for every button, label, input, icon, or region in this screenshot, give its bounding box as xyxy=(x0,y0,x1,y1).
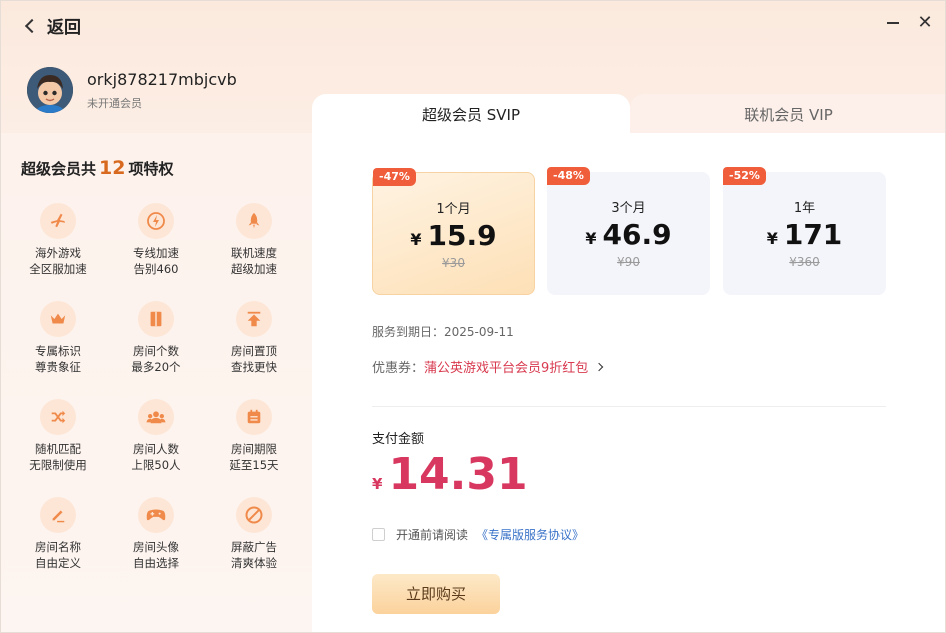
perk-line2: 超级加速 xyxy=(231,262,277,276)
door-icon xyxy=(138,301,174,337)
perk-item: 房间期限 延至15天 xyxy=(209,399,299,473)
plan-original-price: ¥360 xyxy=(789,255,820,269)
purchase-panel: -47% 1个月 ¥15.9 ¥30 -48% 3个月 ¥46.9 ¥90 -5… xyxy=(312,133,945,632)
membership-status: 未开通会员 xyxy=(87,97,142,110)
chevron-right-icon xyxy=(595,362,604,371)
perk-item: 专线加速 告别460 xyxy=(111,203,201,277)
perk-line2: 自由定义 xyxy=(35,556,81,570)
perk-line1: 海外游戏 xyxy=(35,246,81,260)
payment-value: 14.31 xyxy=(388,449,528,500)
plan-price: ¥15.9 xyxy=(410,219,497,252)
perk-line1: 随机匹配 xyxy=(35,442,81,456)
block-icon xyxy=(236,497,272,533)
plan-original-price: ¥30 xyxy=(442,256,465,270)
perk-item: 屏蔽广告 清爽体验 xyxy=(209,497,299,571)
shuffle-icon xyxy=(40,399,76,435)
perk-line2: 尊贵象征 xyxy=(35,360,81,374)
gamepad-icon xyxy=(138,497,174,533)
perk-item: 房间头像 自由选择 xyxy=(111,497,201,571)
chevron-left-icon xyxy=(24,18,40,33)
perk-item: 房间名称 自由定义 xyxy=(13,497,103,571)
discount-badge: -47% xyxy=(373,168,416,186)
airplane-icon xyxy=(40,203,76,239)
perk-line2: 自由选择 xyxy=(133,556,179,570)
plan-price: ¥171 xyxy=(766,218,843,251)
agreement-checkbox[interactable] xyxy=(372,528,385,541)
perk-item: 房间置顶 查找更快 xyxy=(209,301,299,375)
perk-line1: 专属标识 xyxy=(35,344,81,358)
back-button[interactable]: 返回 xyxy=(23,13,81,38)
perk-item: 专属标识 尊贵象征 xyxy=(13,301,103,375)
avatar xyxy=(27,67,73,113)
discount-badge: -48% xyxy=(547,167,590,185)
minimize-icon xyxy=(887,22,899,24)
minimize-button[interactable] xyxy=(883,13,903,33)
perk-line1: 房间个数 xyxy=(133,344,179,358)
perk-line1: 房间置顶 xyxy=(231,344,277,358)
perk-line2: 无限制使用 xyxy=(29,458,87,472)
discount-badge: -52% xyxy=(723,167,766,185)
perks-count: 12 xyxy=(99,157,126,179)
perk-line2: 最多20个 xyxy=(131,360,181,374)
perk-line1: 专线加速 xyxy=(133,246,179,260)
perks-panel: 超级会员共 12 项特权 海外游戏 全区服加速 专线加速 告别460 联机速度 … xyxy=(1,133,312,632)
plan-duration: 1年 xyxy=(793,201,816,216)
perk-item: 房间人数 上限50人 xyxy=(111,399,201,473)
perk-line1: 屏蔽广告 xyxy=(231,540,277,554)
coupon-value: 蒲公英游戏平台会员9折红包 xyxy=(424,361,589,376)
perk-line2: 延至15天 xyxy=(229,458,279,472)
coupon-label: 优惠券： xyxy=(372,361,425,376)
perk-line2: 查找更快 xyxy=(231,360,277,374)
perk-line1: 房间名称 xyxy=(35,540,81,554)
calendar-icon xyxy=(236,399,272,435)
payment-amount: ¥ 14.31 xyxy=(372,449,528,500)
plan-duration: 1个月 xyxy=(436,202,471,217)
perks-title-prefix: 超级会员共 xyxy=(21,160,97,178)
perks-title: 超级会员共 12 项特权 xyxy=(21,157,173,179)
coupon-selector[interactable]: 优惠券： 蒲公英游戏平台会员9折红包 xyxy=(372,357,604,376)
perk-line1: 房间期限 xyxy=(231,442,277,456)
perk-item: 房间个数 最多20个 xyxy=(111,301,201,375)
plan-duration: 3个月 xyxy=(611,201,646,216)
agreement-row: 开通前请阅读 《专属版服务协议》 xyxy=(372,526,584,543)
perk-line2: 上限50人 xyxy=(131,458,181,472)
plan-card-1-year[interactable]: -52% 1年 ¥171 ¥360 xyxy=(723,167,886,295)
perk-line2: 清爽体验 xyxy=(231,556,277,570)
perk-line2: 告别460 xyxy=(133,262,179,276)
payment-currency: ¥ xyxy=(372,475,383,493)
perk-item: 海外游戏 全区服加速 xyxy=(13,203,103,277)
tab-vip[interactable]: 联机会员 VIP xyxy=(630,94,945,136)
rocket-icon xyxy=(236,203,272,239)
plan-card-1-month[interactable]: -47% 1个月 ¥15.9 ¥30 xyxy=(372,168,535,295)
edit-icon xyxy=(40,497,76,533)
crown-icon xyxy=(40,301,76,337)
tab-svip[interactable]: 超级会员 SVIP xyxy=(312,94,630,136)
perk-item: 随机匹配 无限制使用 xyxy=(13,399,103,473)
service-expire-date: 服务到期日：2025-09-11 xyxy=(372,325,514,339)
perk-item: 联机速度 超级加速 xyxy=(209,203,299,277)
perk-line1: 联机速度 xyxy=(231,246,277,260)
back-label: 返回 xyxy=(47,18,81,38)
payment-label: 支付金额 xyxy=(372,432,425,447)
perk-line2: 全区服加速 xyxy=(29,262,87,276)
close-icon: ✕ xyxy=(917,12,933,33)
perk-line1: 房间头像 xyxy=(133,540,179,554)
plan-price: ¥46.9 xyxy=(585,218,672,251)
divider xyxy=(372,406,886,407)
username: orkj878217mbjcvb xyxy=(87,70,237,89)
perk-line1: 房间人数 xyxy=(133,442,179,456)
buy-now-button[interactable]: 立即购买 xyxy=(372,574,500,614)
plan-card-3-month[interactable]: -48% 3个月 ¥46.9 ¥90 xyxy=(547,167,710,295)
lightning-icon xyxy=(138,203,174,239)
close-button[interactable]: ✕ xyxy=(915,13,935,33)
membership-window: 返回 ✕ orkj878217mbjcvb 未开通会员 超级会员 SVIP 联机… xyxy=(0,0,946,633)
pin-top-icon xyxy=(236,301,272,337)
perks-title-suffix: 项特权 xyxy=(128,160,174,178)
agreement-link[interactable]: 《专属版服务协议》 xyxy=(476,526,584,543)
group-icon xyxy=(138,399,174,435)
agreement-text: 开通前请阅读 xyxy=(396,528,469,542)
plan-original-price: ¥90 xyxy=(617,255,640,269)
